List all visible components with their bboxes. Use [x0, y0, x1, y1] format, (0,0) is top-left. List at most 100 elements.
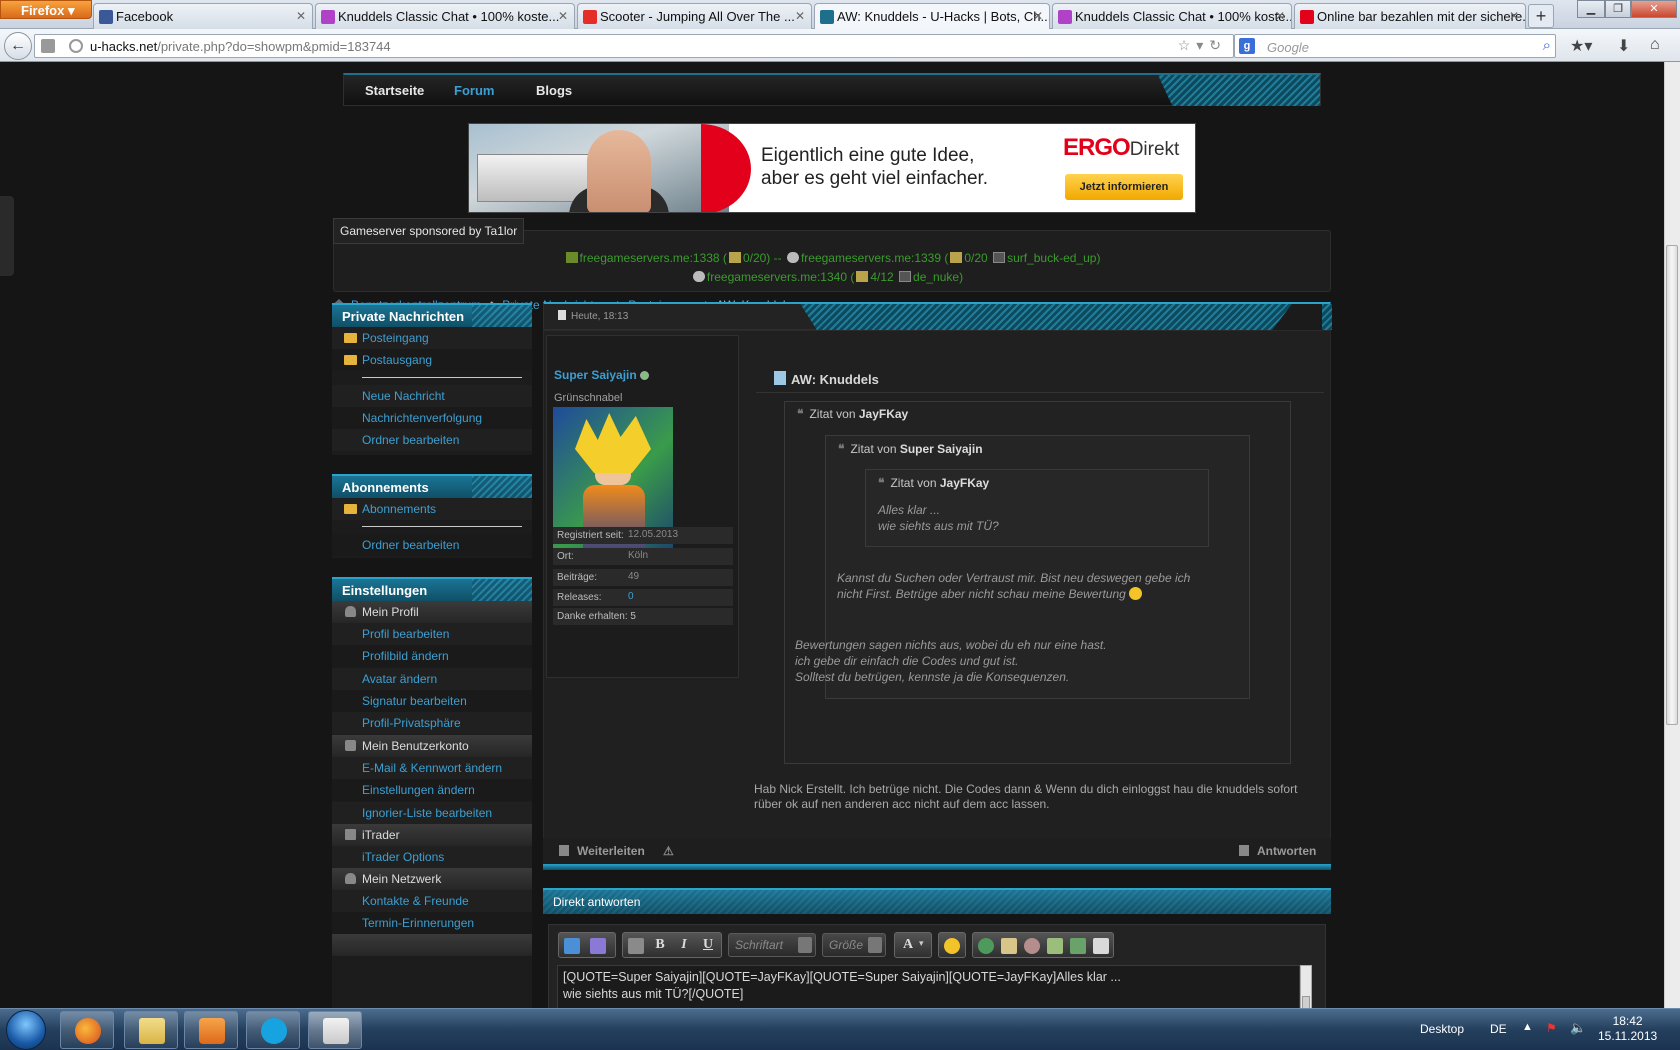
- sidebar-item-edit-profile[interactable]: Profil bearbeiten: [332, 623, 532, 645]
- close-icon[interactable]: ✕: [795, 9, 805, 23]
- java-icon: [323, 1018, 349, 1044]
- size-select[interactable]: Größe: [822, 933, 886, 957]
- underline-button[interactable]: U: [699, 937, 717, 955]
- minimize-button[interactable]: ▁: [1577, 0, 1605, 18]
- volume-icon[interactable]: 🔈: [1570, 1020, 1586, 1036]
- clock[interactable]: 18:42 15.11.2013: [1598, 1014, 1657, 1044]
- google-icon[interactable]: g: [1239, 38, 1255, 54]
- side-widget[interactable]: [0, 196, 14, 276]
- sidebar-item-options[interactable]: Einstellungen ändern: [332, 779, 532, 801]
- sidebar-item-profile-picture[interactable]: Profilbild ändern: [332, 645, 532, 667]
- sidebar-item-edit-folders[interactable]: Ordner bearbeiten: [332, 429, 532, 451]
- user-stat-thanks: Danke erhalten: 5: [553, 608, 733, 625]
- server-link-1339[interactable]: freegameservers.me:1339 (: [801, 251, 948, 265]
- quote-icon[interactable]: [1093, 938, 1109, 954]
- taskbar-explorer[interactable]: [124, 1011, 178, 1049]
- sidebar-item-abonnements[interactable]: Abonnements: [332, 498, 532, 520]
- color-button[interactable]: A ▾: [894, 932, 932, 958]
- unlink-icon[interactable]: [1024, 938, 1040, 954]
- firefox-menu-button[interactable]: Firefox ▾: [0, 0, 92, 19]
- smilies-button[interactable]: [938, 932, 966, 958]
- maximize-button[interactable]: ❐: [1605, 0, 1631, 18]
- tab-youtube[interactable]: Scooter - Jumping All Over The ... ✕: [577, 3, 812, 29]
- close-icon[interactable]: ✕: [558, 9, 568, 23]
- bookmarks-icon[interactable]: [41, 39, 55, 53]
- close-icon[interactable]: ✕: [1033, 9, 1043, 23]
- nav-startseite[interactable]: Startseite: [365, 83, 424, 98]
- sidebar-item-postausgang[interactable]: Postausgang: [332, 349, 532, 371]
- sidebar-abo-box: Abonnements Ordner bearbeiten: [332, 498, 532, 558]
- sidebar-item-avatar[interactable]: Avatar ändern: [332, 668, 532, 690]
- post-username[interactable]: Super Saiyajin: [554, 368, 649, 382]
- tab-uhacks[interactable]: AW: Knuddels - U-Hacks | Bots, Ch... ✕: [814, 3, 1050, 29]
- sidebar-item-posteingang[interactable]: Posteingang: [332, 327, 532, 349]
- editor-scrollbar[interactable]: [1300, 965, 1312, 1008]
- sidebar-item-tracking[interactable]: Nachrichtenverfolgung: [332, 407, 532, 429]
- bold-button[interactable]: B: [651, 937, 669, 955]
- font-select[interactable]: Schriftart: [728, 933, 816, 957]
- close-window-button[interactable]: ✕: [1631, 0, 1677, 18]
- forward-button[interactable]: Weiterleiten: [559, 844, 645, 858]
- language-indicator[interactable]: DE: [1490, 1022, 1507, 1036]
- reply-button[interactable]: Antworten: [1239, 844, 1316, 858]
- download-icon[interactable]: ⬇: [1617, 36, 1630, 56]
- sidebar-item-ignore-list[interactable]: Ignorier-Liste bearbeiten: [332, 802, 532, 824]
- remove-format-icon[interactable]: [590, 938, 606, 954]
- tab-payment[interactable]: Online bar bezahlen mit der sichere... ✕: [1294, 3, 1526, 29]
- url-bar[interactable]: u-hacks.net/private.php?do=showpm&pmid=1…: [34, 34, 1234, 58]
- nav-blogs[interactable]: Blogs: [536, 83, 572, 98]
- sidebar-item-new-message[interactable]: Neue Nachricht: [332, 385, 532, 407]
- reload-icon[interactable]: ☆▾↻: [1178, 37, 1227, 54]
- home-icon[interactable]: ⌂: [1650, 36, 1660, 54]
- taskbar-media-player[interactable]: [184, 1011, 238, 1049]
- back-button[interactable]: ←: [4, 32, 32, 60]
- tab-knuddels-2[interactable]: Knuddels Classic Chat • 100% koste... ✕: [1052, 3, 1292, 29]
- gameserver-title: Gameserver sponsored by Ta1lor: [333, 218, 525, 244]
- nav-forum[interactable]: Forum: [454, 83, 494, 98]
- video-icon[interactable]: [1070, 938, 1086, 954]
- page-scrollbar-thumb[interactable]: [1666, 245, 1678, 725]
- firefox-icon: [75, 1018, 101, 1044]
- ad-banner[interactable]: Eigentlich eine gute Idee, aber es geht v…: [468, 123, 1196, 213]
- server-link-1338[interactable]: freegameservers.me:1338 (: [580, 251, 727, 265]
- sidebar-item-contacts[interactable]: Kontakte & Freunde: [332, 890, 532, 912]
- server-link-1340[interactable]: freegameservers.me:1340 (: [707, 270, 854, 284]
- email-icon[interactable]: [1001, 938, 1017, 954]
- user-stat-releases: Releases: 0: [553, 589, 733, 606]
- link-icon[interactable]: [978, 938, 994, 954]
- taskbar-firefox[interactable]: [60, 1011, 114, 1049]
- message-textarea[interactable]: [QUOTE=Super Saiyajin][QUOTE=JayFKay][QU…: [557, 965, 1300, 1008]
- new-tab-button[interactable]: +: [1528, 4, 1554, 28]
- close-icon[interactable]: ✕: [296, 9, 306, 23]
- paste-icon[interactable]: [628, 938, 644, 954]
- toolbar-group-insert: [972, 932, 1114, 958]
- chevron-down-icon: [798, 937, 812, 953]
- search-icon[interactable]: ⌕: [1543, 37, 1551, 54]
- search-input[interactable]: g Google ⌕: [1234, 34, 1556, 58]
- sidebar-item-email-password[interactable]: E-Mail & Kennwort ändern: [332, 757, 532, 779]
- switch-mode-icon[interactable]: [564, 938, 580, 954]
- report-icon[interactable]: ⚠: [663, 844, 674, 858]
- image-icon[interactable]: [1047, 938, 1063, 954]
- start-button[interactable]: [6, 1010, 46, 1050]
- releases-link[interactable]: 0: [628, 591, 634, 602]
- italic-button[interactable]: I: [675, 937, 693, 955]
- sidebar-item-abo-edit-folders[interactable]: Ordner bearbeiten: [332, 534, 532, 556]
- close-icon[interactable]: ✕: [1509, 9, 1519, 23]
- site-identity-icon[interactable]: [69, 39, 83, 53]
- close-icon[interactable]: ✕: [1275, 9, 1285, 23]
- show-hidden-icons[interactable]: ▲: [1522, 1021, 1533, 1033]
- action-center-icon[interactable]: ⚑: [1546, 1021, 1557, 1035]
- bookmark-star-icon[interactable]: ★▾: [1570, 36, 1592, 56]
- sidebar-item-signature[interactable]: Signatur bearbeiten: [332, 690, 532, 712]
- taskbar-skype[interactable]: [246, 1011, 300, 1049]
- sidebar-item-privacy[interactable]: Profil-Privatsphäre: [332, 712, 532, 734]
- sidebar-item-itrader-options[interactable]: iTrader Options: [332, 846, 532, 868]
- post-message: Hab Nick Erstellt. Ich betrüge nicht. Di…: [754, 782, 1298, 811]
- desktop-toolbar-label[interactable]: Desktop: [1420, 1022, 1464, 1036]
- tab-facebook[interactable]: Facebook ✕: [93, 3, 313, 29]
- taskbar-java[interactable]: [308, 1011, 362, 1049]
- tab-knuddels-1[interactable]: Knuddels Classic Chat • 100% koste... ✕: [315, 3, 575, 29]
- banner-cta-button[interactable]: Jetzt informieren: [1065, 174, 1183, 200]
- sidebar-item-reminders[interactable]: Termin-Erinnerungen: [332, 912, 532, 934]
